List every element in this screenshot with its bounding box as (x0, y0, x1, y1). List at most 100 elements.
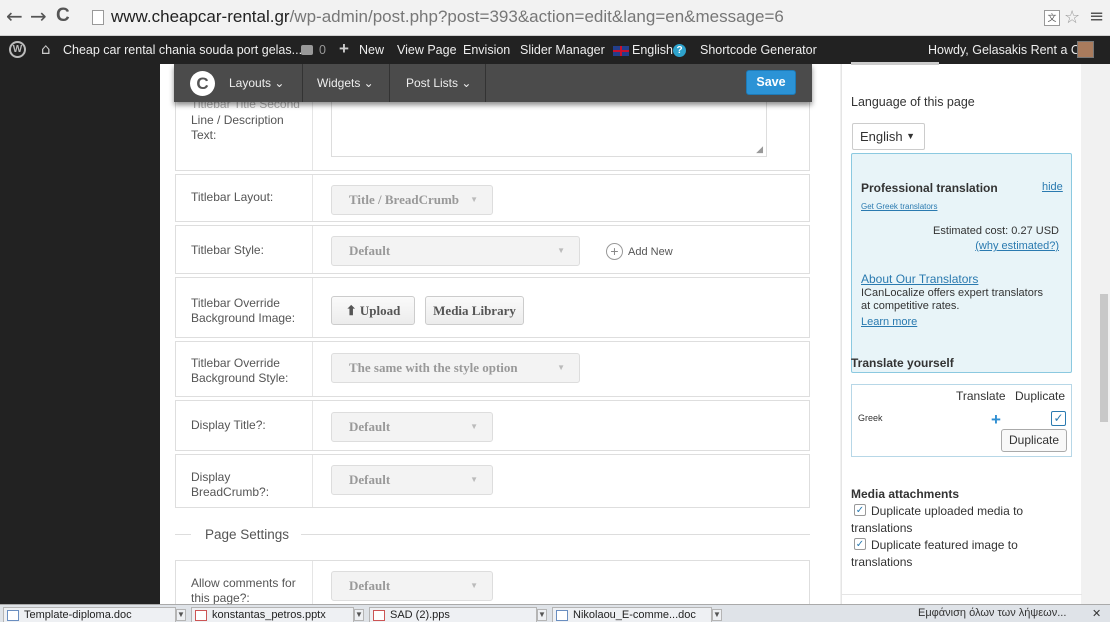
duplicate-checkbox[interactable]: ✓ (1051, 411, 1066, 426)
translate-icon[interactable]: 文 (1044, 10, 1060, 26)
add-translation-icon[interactable]: + (991, 410, 1001, 430)
comments-count[interactable]: 0 (319, 43, 326, 57)
translate-yourself-heading: Translate yourself (851, 356, 954, 370)
widgets-menu[interactable]: Widgets ⌄ (317, 76, 374, 90)
professional-translation-box: Professional translation hide Get Greek … (851, 153, 1072, 373)
select-value: English (860, 129, 903, 144)
override-bg-style-row: Titlebar Override Background Style: The … (175, 341, 810, 397)
page-language-select[interactable]: English ▼ (852, 123, 925, 150)
checkbox-label: Duplicate featured image to (871, 538, 1018, 552)
chevron-down-icon: ▼ (906, 131, 915, 141)
duplicate-button[interactable]: Duplicate (1001, 429, 1067, 452)
page-scrollbar[interactable] (1098, 64, 1110, 604)
avatar[interactable] (1077, 41, 1094, 58)
word-doc-icon (7, 610, 19, 621)
view-page-link[interactable]: View Page (397, 43, 457, 57)
forward-button[interactable]: → (30, 6, 47, 26)
field-label: Titlebar Style: (191, 243, 264, 257)
field-label: Text: (191, 128, 217, 142)
about-translators-link[interactable]: About Our Translators (861, 272, 978, 286)
titlebar-layout-select[interactable]: Title / BreadCrumb ▼ (331, 185, 493, 215)
save-button[interactable]: Save (746, 70, 796, 95)
field-label: Background Image: (191, 311, 296, 325)
select-value: Default (349, 578, 391, 593)
back-button[interactable]: ← (6, 6, 23, 26)
wordpress-logo-icon[interactable]: W (9, 41, 26, 58)
get-translators-link[interactable]: Get Greek translators (861, 202, 937, 211)
field-label: Titlebar Override (191, 356, 280, 370)
downloads-bar: Template-diploma.doc ▼ konstantas_petros… (0, 604, 1110, 622)
media-library-button[interactable]: Media Library (425, 296, 524, 325)
close-icon[interactable]: ✕ (1092, 607, 1101, 620)
admin-menu-sidebar (0, 64, 160, 604)
url-path: /wp-admin/post.php?post=393&action=edit&… (289, 7, 784, 26)
plus-icon[interactable]: + (339, 39, 349, 59)
reload-button[interactable]: C (56, 6, 70, 26)
chevron-down-icon: ▼ (557, 363, 565, 372)
chevron-down-icon[interactable]: ▼ (712, 609, 722, 621)
duplicate-uploaded-media-checkbox[interactable]: ✓ (854, 504, 866, 516)
download-item[interactable]: konstantas_petros.pptx (191, 607, 354, 622)
titlebar-layout-row: Titlebar Layout: Title / BreadCrumb ▼ (175, 174, 810, 222)
field-label: BreadCrumb?: (191, 485, 270, 499)
titlebar-style-select[interactable]: Default ▼ (331, 236, 580, 266)
display-breadcrumb-row: Display BreadCrumb?: Default ▼ (175, 454, 810, 508)
add-new-link[interactable]: Add New (628, 246, 673, 258)
star-icon[interactable]: ☆ (1064, 7, 1080, 28)
home-icon: ⌂ (41, 40, 51, 58)
upload-label: Upload (359, 303, 401, 318)
allow-comments-select[interactable]: Default ▼ (331, 571, 493, 601)
language-sidebar: Language of this page English ▼ Professio… (841, 62, 1082, 604)
envision-link[interactable]: Envision (463, 43, 510, 57)
pro-translation-title: Professional translation (861, 181, 998, 195)
page-builder-toolbar: C Layouts ⌄ Widgets ⌄ Post Lists ⌄ Save (174, 64, 812, 102)
download-item-label: Nikolaou_E-comme...doc (573, 609, 696, 621)
hide-link[interactable]: hide (1042, 181, 1063, 193)
chevron-down-icon[interactable]: ▼ (537, 609, 547, 621)
resize-handle-icon[interactable]: ◢ (756, 144, 763, 155)
builder-logo: C (190, 71, 215, 96)
shortcode-generator-link[interactable]: Shortcode Generator (700, 43, 817, 57)
language-switcher[interactable]: English (632, 43, 673, 57)
column-header: Translate (956, 389, 1006, 403)
download-item[interactable]: SAD (2).pps (369, 607, 537, 622)
translate-yourself-table: Translate Duplicate Greek + ✓ Duplicate (851, 384, 1072, 457)
comment-icon[interactable] (301, 45, 313, 55)
slider-manager-link[interactable]: Slider Manager (520, 43, 605, 57)
upload-button[interactable]: ⬆ Upload (331, 296, 415, 325)
display-breadcrumb-select[interactable]: Default ▼ (331, 465, 493, 495)
language-heading: Language of this page (851, 95, 975, 109)
checkbox-label: translations (851, 555, 913, 569)
learn-more-link[interactable]: Learn more (861, 316, 917, 328)
display-title-select[interactable]: Default ▼ (331, 412, 493, 442)
titlebar-style-row: Titlebar Style: Default ▼ + Add New (175, 225, 810, 274)
scrollbar-thumb[interactable] (1100, 294, 1108, 422)
powerpoint-icon (373, 610, 385, 621)
show-all-downloads-link[interactable]: Εμφάνιση όλων των λήψεων... (918, 607, 1066, 619)
select-value: Default (349, 472, 391, 487)
chevron-down-icon[interactable]: ▼ (176, 609, 186, 621)
duplicate-featured-image-checkbox[interactable]: ✓ (854, 538, 866, 550)
download-item[interactable]: Nikolaou_E-comme...doc (552, 607, 712, 622)
menu-icon[interactable]: ≡ (1089, 6, 1104, 27)
uk-flag-icon (613, 46, 629, 56)
chevron-down-icon[interactable]: ▼ (354, 609, 364, 621)
field-label: Background Style: (191, 371, 289, 385)
display-title-row: Display Title?: Default ▼ (175, 400, 810, 451)
field-label: Display Title?: (191, 418, 266, 432)
chevron-down-icon: ▼ (470, 475, 478, 484)
help-icon[interactable]: ? (673, 44, 686, 57)
override-bg-style-select[interactable]: The same with the style option ▼ (331, 353, 580, 383)
site-name-link[interactable]: Cheap car rental chania souda port gelas… (63, 43, 302, 57)
new-link[interactable]: New (359, 43, 384, 57)
download-item[interactable]: Template-diploma.doc (3, 607, 176, 622)
chevron-down-icon: ▼ (470, 195, 478, 204)
select-value: Default (349, 243, 391, 258)
why-estimated-link[interactable]: (why estimated?) (975, 240, 1059, 252)
post-lists-menu[interactable]: Post Lists ⌄ (406, 76, 471, 90)
address-bar[interactable]: www.cheapcar-rental.gr/wp-admin/post.php… (111, 7, 784, 27)
layouts-menu[interactable]: Layouts ⌄ (229, 76, 284, 90)
download-item-label: SAD (2).pps (390, 609, 450, 621)
add-new-icon[interactable]: + (606, 243, 623, 260)
howdy-user-link[interactable]: Howdy, Gelasakis Rent a Car (928, 43, 1091, 57)
